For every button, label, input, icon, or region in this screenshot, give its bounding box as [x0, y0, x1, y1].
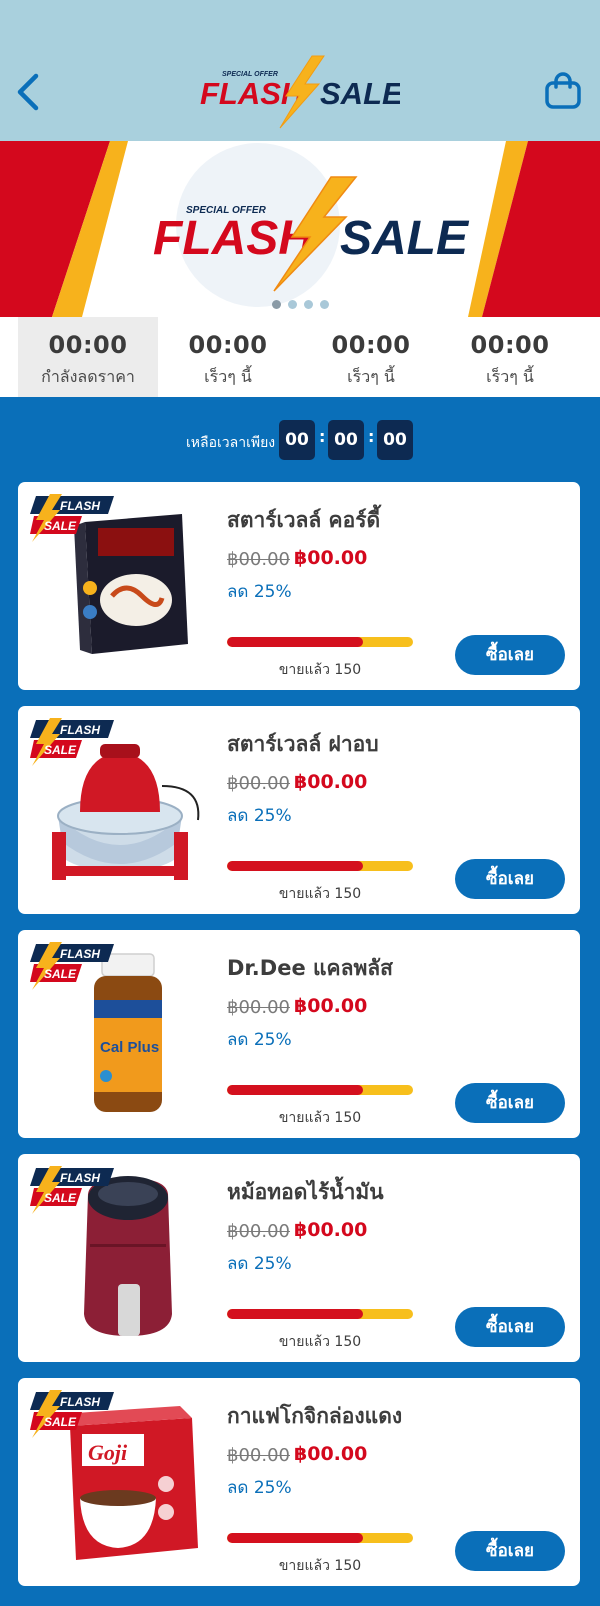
badge-sale-text: SALE	[44, 1415, 77, 1429]
countdown-timer: เหลือเวลาเพียง 00 : 00 : 00	[0, 420, 600, 460]
discount-label: ลด 25%	[227, 1030, 292, 1050]
pagination-dot[interactable]	[304, 300, 313, 309]
sold-progress-fill	[227, 1309, 363, 1319]
tab-time: 00:00	[470, 331, 550, 359]
pagination-dot[interactable]	[320, 300, 329, 309]
back-arrow-icon[interactable]	[14, 72, 44, 112]
product-name: สตาร์เวลล์ คอร์ดี้	[227, 508, 381, 532]
tab-label: กำลังลดราคา	[41, 367, 135, 386]
sold-progress-fill	[227, 637, 363, 647]
tab-label: เร็วๆ นี้	[486, 367, 534, 386]
sold-progress-bar	[227, 1309, 413, 1319]
sale-price: ฿00.00	[294, 1219, 368, 1241]
original-price: ฿00.00	[227, 1221, 290, 1242]
pagination-dot[interactable]	[272, 300, 281, 309]
sale-price: ฿00.00	[294, 547, 368, 569]
sale-price: ฿00.00	[294, 1443, 368, 1465]
sold-count: ขายแล้ว 150	[278, 1334, 362, 1350]
time-slot-tab-active[interactable]: 00:00 กำลังลดราคา	[18, 317, 158, 397]
pagination-dot[interactable]	[288, 300, 297, 309]
svg-text:Goji: Goji	[88, 1440, 128, 1465]
tab-label: เร็วๆ นี้	[204, 367, 252, 386]
buy-now-button[interactable]: ซื้อเลย	[455, 1307, 565, 1347]
sold-progress-fill	[227, 861, 363, 871]
sale-price: ฿00.00	[294, 995, 368, 1017]
product-name: Dr.Dee แคลพลัส	[227, 956, 393, 980]
buy-now-button[interactable]: ซื้อเลย	[455, 1531, 565, 1571]
buy-now-button[interactable]: ซื้อเลย	[455, 1083, 565, 1123]
tab-label: เร็วๆ นี้	[347, 367, 395, 386]
time-slot-tab[interactable]: 00:00 เร็วๆ นี้	[158, 317, 298, 397]
product-name: กาแฟโกจิกล่องแดง	[227, 1404, 403, 1428]
product-card[interactable]: FLASH SALE หม้อทอดไร้น้ำมัน ฿00.00 ฿00.0…	[18, 1154, 580, 1362]
product-card[interactable]: Goji FLASH SALE กาแฟโกจิกล่องแดง ฿00.00 …	[18, 1378, 580, 1586]
badge-sale-text: SALE	[44, 1191, 77, 1205]
product-card[interactable]: FLASH SALE สตาร์เวลล์ คอร์ดี้ ฿00.00 ฿00…	[18, 482, 580, 690]
discount-label: ลด 25%	[227, 806, 292, 826]
badge-flash-text: FLASH	[60, 1395, 100, 1409]
buy-now-button[interactable]: ซื้อเลย	[455, 859, 565, 899]
product-card[interactable]: FLASH SALE สตาร์เวลล์ ฝาอบ ฿00.00 ฿00.00…	[18, 706, 580, 914]
badge-sale-text: SALE	[44, 743, 77, 757]
banner-sale-text: SALE	[340, 212, 470, 265]
flash-sale-badge: FLASH SALE	[30, 718, 114, 766]
app-header: SPECIAL OFFER FLASH SALE	[0, 0, 600, 141]
sale-price: ฿00.00	[294, 771, 368, 793]
original-price: ฿00.00	[227, 1445, 290, 1466]
countdown-separator: :	[319, 427, 326, 446]
sold-count: ขายแล้ว 150	[278, 1110, 362, 1126]
time-slot-tab[interactable]: 00:00 เร็วๆ นี้	[301, 317, 441, 397]
banner-art: SPECIAL OFFER FLASH SALE	[0, 141, 600, 317]
discount-label: ลด 25%	[227, 1254, 292, 1274]
original-price: ฿00.00	[227, 773, 290, 794]
discount-label: ลด 25%	[227, 1478, 292, 1498]
shopping-bag-icon[interactable]	[544, 72, 582, 110]
badge-flash-text: FLASH	[60, 723, 100, 737]
tab-time: 00:00	[188, 331, 268, 359]
original-price: ฿00.00	[227, 549, 290, 570]
badge-flash-text: FLASH	[60, 1171, 100, 1185]
promo-banner[interactable]: SPECIAL OFFER FLASH SALE	[0, 141, 600, 317]
flash-sale-badge: FLASH SALE	[30, 494, 114, 542]
tab-time: 00:00	[331, 331, 411, 359]
product-name: หม้อทอดไร้น้ำมัน	[227, 1180, 384, 1204]
badge-sale-text: SALE	[44, 967, 77, 981]
buy-now-button[interactable]: ซื้อเลย	[455, 635, 565, 675]
badge-flash-text: FLASH	[60, 499, 100, 513]
countdown-seconds: 00	[377, 420, 413, 460]
badge-flash-text: FLASH	[60, 947, 100, 961]
discount-label: ลด 25%	[227, 582, 292, 602]
product-card[interactable]: Cal Plus FLASH SALE Dr.Dee แคลพลัส ฿00.0…	[18, 930, 580, 1138]
countdown-label: เหลือเวลาเพียง	[186, 435, 276, 451]
banner-flash-text: FLASH	[153, 212, 314, 265]
sold-count: ขายแล้ว 150	[278, 662, 362, 678]
time-slot-tab[interactable]: 00:00 เร็วๆ นี้	[440, 317, 580, 397]
countdown-minutes: 00	[328, 420, 364, 460]
badge-sale-text: SALE	[44, 519, 77, 533]
sold-count: ขายแล้ว 150	[278, 1558, 362, 1574]
original-price: ฿00.00	[227, 997, 290, 1018]
time-slot-tabs: 00:00 กำลังลดราคา 00:00 เร็วๆ นี้ 00:00 …	[0, 317, 600, 397]
sold-progress-bar	[227, 861, 413, 871]
sold-progress-bar	[227, 1533, 413, 1543]
tab-time: 00:00	[48, 331, 128, 359]
sold-progress-bar	[227, 637, 413, 647]
sold-count: ขายแล้ว 150	[278, 886, 362, 902]
sold-progress-fill	[227, 1533, 363, 1543]
svg-text:Cal Plus: Cal Plus	[100, 1039, 159, 1056]
flash-sale-logo: SPECIAL OFFER FLASH SALE	[200, 55, 400, 129]
countdown-hours: 00	[279, 420, 315, 460]
sold-progress-fill	[227, 1085, 363, 1095]
countdown-separator: :	[368, 427, 375, 446]
banner-pagination	[272, 300, 329, 309]
logo-sale-text: SALE	[320, 76, 400, 111]
sold-progress-bar	[227, 1085, 413, 1095]
flash-sale-badge: FLASH SALE	[30, 1390, 114, 1438]
flash-sale-badge: FLASH SALE	[30, 942, 114, 990]
flash-sale-badge: FLASH SALE	[30, 1166, 114, 1214]
product-name: สตาร์เวลล์ ฝาอบ	[227, 732, 379, 756]
